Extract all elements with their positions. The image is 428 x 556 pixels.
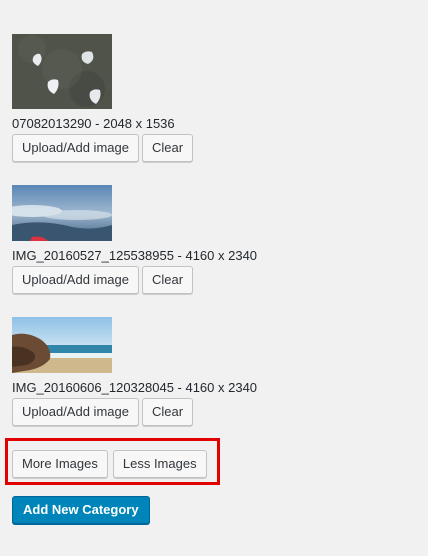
clear-image-button-2[interactable]: Clear	[141, 266, 194, 294]
image-caption-2: IMG_20160527_125538955 - 4160 x 2340	[12, 248, 258, 263]
image-thumbnail-1	[12, 34, 112, 109]
image-entry-1: 07082013290 - 2048 x 1536 Upload/Add ima…	[12, 34, 194, 162]
more-images-button[interactable]: More Images	[12, 450, 108, 478]
image-entry-2: IMG_20160527_125538955 - 4160 x 2340 Upl…	[12, 185, 257, 294]
image-caption-3: IMG_20160606_120328045 - 4160 x 2340	[12, 380, 258, 395]
clear-image-button-3[interactable]: Clear	[141, 398, 194, 426]
more-less-controls: More Images Less Images	[12, 450, 207, 478]
image-thumbnail-2	[12, 185, 112, 241]
image-thumbnail-3	[12, 317, 112, 373]
less-images-button[interactable]: Less Images	[112, 450, 207, 478]
add-new-category-button[interactable]: Add New Category	[12, 496, 150, 524]
upload-add-image-button-1[interactable]: Upload/Add image	[12, 134, 139, 162]
image-entry-3: IMG_20160606_120328045 - 4160 x 2340 Upl…	[12, 317, 257, 426]
upload-add-image-button-3[interactable]: Upload/Add image	[12, 398, 139, 426]
image-category-form: 07082013290 - 2048 x 1536 Upload/Add ima…	[0, 0, 428, 556]
upload-add-image-button-2[interactable]: Upload/Add image	[12, 266, 139, 294]
clear-image-button-1[interactable]: Clear	[141, 134, 194, 162]
image-caption-1: 07082013290 - 2048 x 1536	[12, 116, 175, 131]
